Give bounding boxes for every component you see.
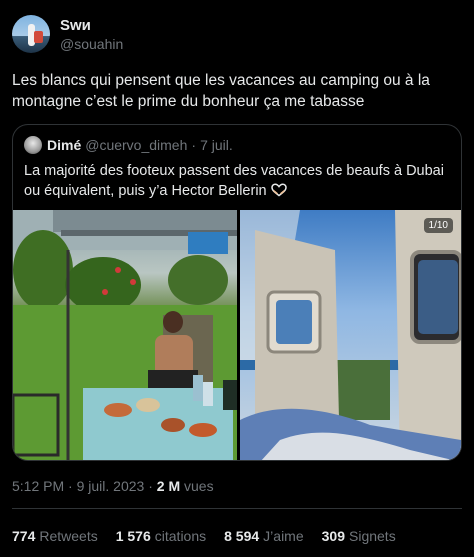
heart-hands-icon <box>270 183 287 203</box>
tweet-time[interactable]: 5:12 PM <box>12 478 64 494</box>
quoted-tweet[interactable]: Dimé @cuervo_dimeh · 7 juil. La majorité… <box>12 124 462 461</box>
author-display-name[interactable]: Swи <box>60 16 123 35</box>
likes-stat[interactable]: 8 594 J’aime <box>224 528 304 544</box>
views-label: vues <box>184 478 214 494</box>
quote-avatar[interactable] <box>24 136 42 154</box>
tweet-date[interactable]: 9 juil. 2023 <box>77 478 145 494</box>
quote-text-block: La majorité des footeux passent des vaca… <box>24 161 454 203</box>
bookmarks-stat[interactable]: 309 Signets <box>322 528 396 544</box>
tweet-meta: 5:12 PM · 9 juil. 2023 · 2 M vues <box>12 478 214 494</box>
quotes-label: citations <box>154 528 207 544</box>
quote-date[interactable]: 7 juil. <box>200 137 233 153</box>
meta-separator: · <box>148 478 153 494</box>
engagement-stats: 774 Retweets 1 576 citations 8 594 J’aime 3… <box>12 528 414 544</box>
tweet-header: Swи @souahin <box>12 12 462 56</box>
photo-van-view[interactable]: 1/10 <box>240 210 461 460</box>
quotes-stat[interactable]: 1 576 citations <box>116 528 206 544</box>
tweet-text: Les blancs qui pensent que les vacances … <box>12 72 430 110</box>
retweets-label: Retweets <box>39 528 98 544</box>
bookmarks-count: 309 <box>321 528 345 544</box>
author-handle[interactable]: @souahin <box>60 35 123 53</box>
quote-handle[interactable]: @cuervo_dimeh <box>85 137 187 153</box>
quote-text: La majorité des footeux passent des vaca… <box>24 163 444 199</box>
quote-separator: · <box>191 137 197 153</box>
quote-media[interactable]: 1/10 <box>13 210 461 460</box>
profile-avatar[interactable] <box>12 15 50 53</box>
quote-display-name[interactable]: Dimé <box>47 137 81 153</box>
divider <box>12 508 462 509</box>
retweets-stat[interactable]: 774 Retweets <box>12 528 98 544</box>
retweets-count: 774 <box>12 528 36 544</box>
quotes-count: 1 576 <box>115 528 151 544</box>
views-count: 2 M <box>156 478 181 494</box>
author-names: Swи @souahin <box>60 16 123 53</box>
meta-separator: · <box>68 478 73 494</box>
photo-garden-picnic[interactable] <box>13 210 237 460</box>
quote-header: Dimé @cuervo_dimeh · 7 juil. <box>24 135 233 155</box>
media-counter: 1/10 <box>423 218 453 233</box>
likes-count: 8 594 <box>224 528 260 544</box>
likes-label: J’aime <box>263 528 304 544</box>
bookmarks-label: Signets <box>349 528 396 544</box>
